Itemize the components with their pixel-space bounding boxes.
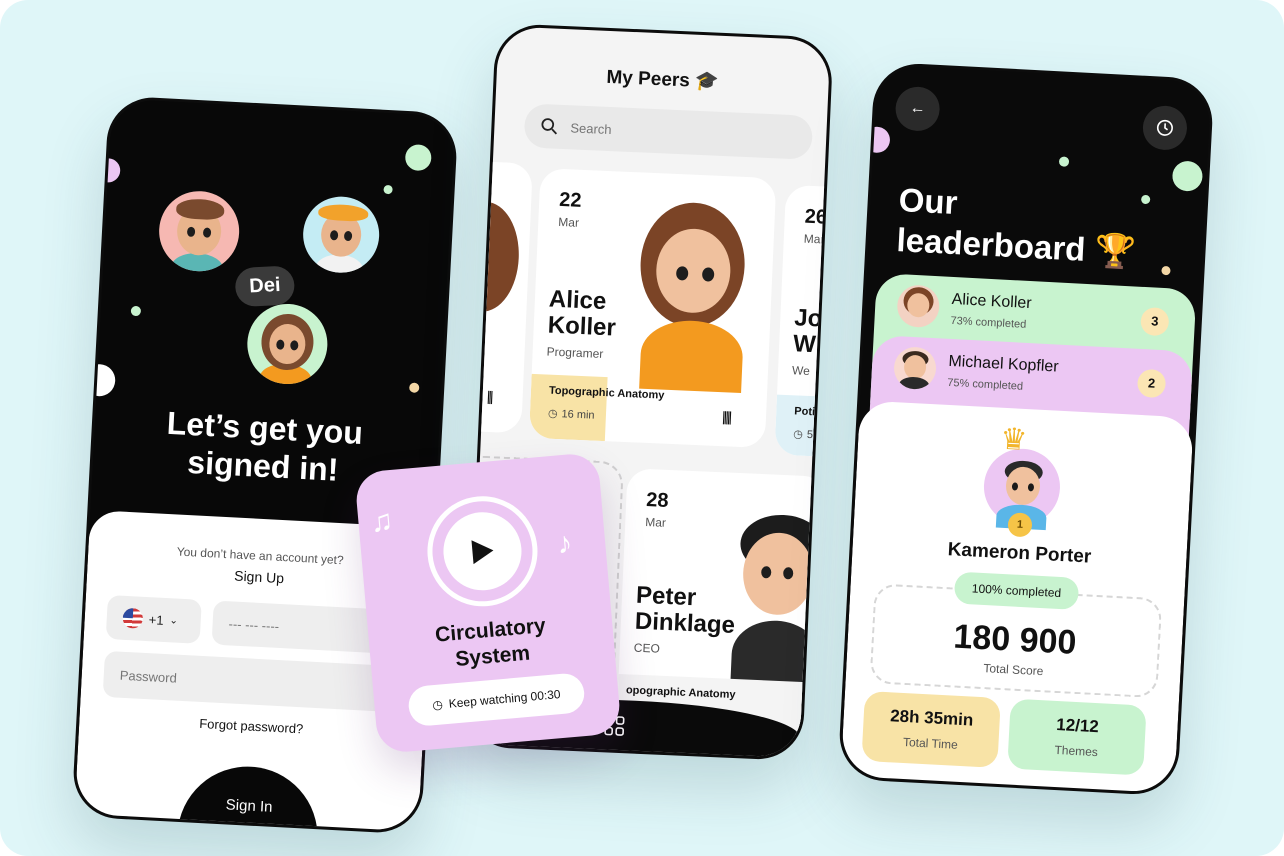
crown-icon: ♛: [999, 422, 1029, 458]
decor-bubble: [95, 157, 121, 184]
audio-wave-icon: |||: [486, 387, 492, 405]
row-progress: 73% completed: [950, 314, 1027, 331]
stat-value: 12/12: [1055, 715, 1100, 737]
clock-icon: [1156, 119, 1173, 136]
card-first-name: Peter: [635, 581, 697, 612]
keep-watching-button[interactable]: ◷ Keep watching 00:30: [407, 672, 586, 728]
history-button[interactable]: [1141, 104, 1189, 151]
card-day: 26: [804, 205, 828, 229]
card-month: Mar: [645, 514, 667, 530]
stat-label: Total Time: [902, 735, 959, 752]
peer-card-peter[interactable]: 28 Mar Peter Dinklage CEO opographic Ana…: [616, 468, 828, 737]
winner-name: Kameron Porter: [947, 539, 1092, 568]
clock-icon: ◷: [547, 407, 558, 421]
showcase-canvas: Dei Let’s get you signed in! You don’t h…: [0, 0, 1284, 856]
card-first-name: Alice: [548, 285, 607, 316]
video-title: Circulatory System: [368, 607, 616, 680]
stat-themes: 12/12 Themes: [1007, 698, 1147, 776]
stat-label: Themes: [1054, 742, 1099, 760]
leaderboard-phone: ← Our leaderboard 🏆 Alice Koller 73% com…: [837, 61, 1215, 797]
card-last-name: W: [792, 330, 817, 359]
row-name: Michael Kopfler: [947, 352, 1060, 376]
peer-avatar-boy: [157, 189, 242, 274]
decor-bubble: [1161, 265, 1171, 276]
sign-in-button[interactable]: Sign In: [177, 763, 322, 835]
music-note-icon: ♫: [369, 504, 395, 539]
music-note-icon: ♪: [555, 526, 574, 561]
card-last-name: Dinklage: [634, 607, 736, 639]
forgot-password-link[interactable]: Forgot password?: [79, 710, 423, 743]
password-input[interactable]: [102, 650, 411, 713]
name-bubble: Dei: [234, 265, 296, 308]
video-card[interactable]: ♫ ♪ Circulatory System ◷ Keep watching 0…: [354, 451, 622, 755]
audio-wave-icon: |||||: [721, 408, 731, 425]
decor-bubble: [383, 184, 393, 195]
country-code-value: +1: [148, 611, 164, 628]
leaderboard-title: Our leaderboard 🏆: [896, 180, 1139, 272]
decor-bubble: [404, 143, 432, 172]
card-day: 22: [558, 188, 583, 212]
peer-avatar-cap: [301, 194, 382, 275]
decor-bubble: [1171, 160, 1204, 192]
clock-icon: ◷: [793, 428, 804, 441]
winner-panel: ♛ 1 Kameron Porter 100% completed 180 90…: [840, 400, 1194, 797]
rank-badge: 3: [1140, 306, 1170, 337]
card-last-name: Koller: [547, 311, 617, 342]
peer-card-partial[interactable]: |||: [464, 160, 533, 434]
decor-bubble: [1058, 156, 1070, 167]
trophy-icon: 🏆: [1093, 231, 1137, 271]
row-progress: 75% completed: [946, 376, 1024, 393]
arrow-left-icon: ←: [909, 99, 927, 118]
card-role: Programer: [546, 344, 604, 361]
chevron-down-icon: ⌄: [169, 614, 179, 627]
medal-badge: 1: [1007, 512, 1033, 538]
card-first-name: Jo: [793, 304, 823, 333]
row-name: Alice Koller: [951, 290, 1033, 313]
country-code-select[interactable]: +1 ⌄: [105, 594, 202, 644]
leaderboard-title-line2: leaderboard: [895, 221, 1087, 268]
page-title: My Peers 🎓: [496, 60, 829, 98]
search-bar[interactable]: [523, 103, 814, 160]
decor-bubble: [130, 305, 142, 317]
card-duration: ◷ 16 min: [548, 407, 595, 422]
decor-bubble: [82, 363, 117, 398]
card-role: We: [791, 363, 811, 378]
card-duration: ◷ 5: [793, 427, 813, 441]
peers-title-text: My Peers: [606, 66, 691, 92]
card-duration-text: 5: [806, 428, 814, 441]
decor-bubble: [863, 126, 891, 154]
avatar: [892, 346, 938, 391]
keep-watching-label: Keep watching 00:30: [448, 687, 562, 711]
rank-badge: 2: [1136, 368, 1167, 399]
avatar: [896, 284, 941, 329]
card-duration-text: 16 min: [561, 407, 595, 422]
back-button[interactable]: ←: [894, 85, 941, 133]
card-month: Mar: [803, 231, 825, 247]
decor-bubble: [1140, 194, 1151, 205]
search-icon: [541, 118, 558, 135]
card-role: CEO: [633, 640, 661, 656]
peer-avatar-girl: [245, 301, 330, 387]
graduation-cap-icon: 🎓: [694, 70, 720, 93]
clock-icon: ◷: [431, 697, 444, 713]
us-flag-icon: [122, 607, 144, 629]
card-month: Mar: [558, 214, 580, 230]
card-day: 28: [645, 488, 669, 512]
peer-card-alice[interactable]: 22 Mar Alice Koller Programer Topographi…: [528, 168, 777, 449]
decor-bubble: [408, 382, 420, 393]
card-lesson: Potio: [794, 405, 823, 419]
stat-total-time: 28h 35min Total Time: [861, 690, 1001, 768]
stat-value: 28h 35min: [889, 706, 974, 730]
play-icon: [471, 540, 494, 565]
winner-progress-badge: 100% completed: [953, 571, 1080, 610]
search-input[interactable]: [568, 118, 793, 146]
peer-card-partial-right[interactable]: 26 Mar Jo W We Potio ◷ 5: [774, 184, 834, 459]
